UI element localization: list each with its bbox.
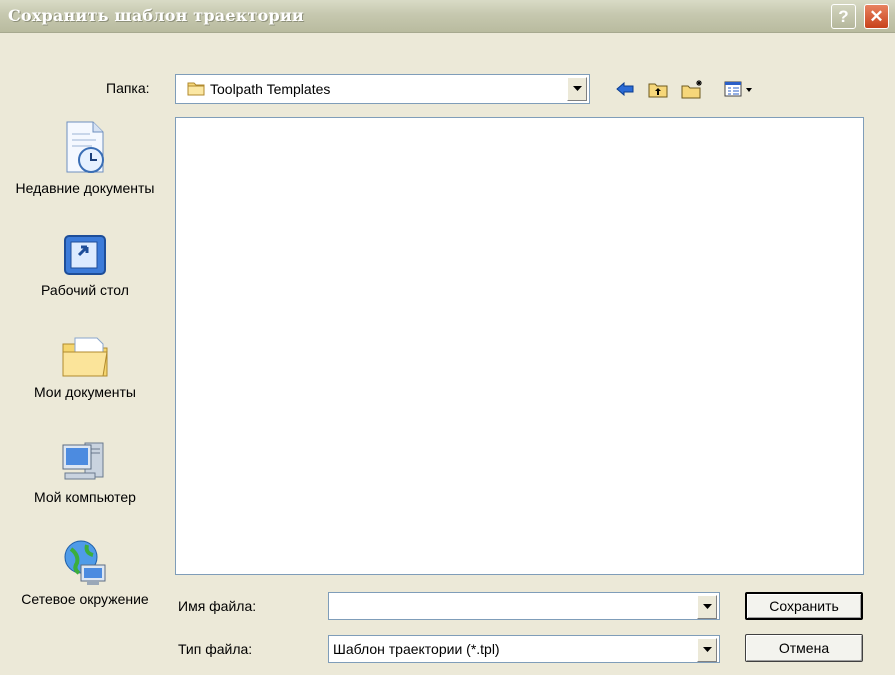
up-folder-icon[interactable] [647,79,669,99]
view-menu-icon[interactable] [722,79,764,99]
place-label: Сетевое окружение [21,591,149,607]
place-network[interactable]: Сетевое окружение [0,537,170,608]
close-button[interactable]: ✕ [864,4,889,29]
chevron-down-icon [702,647,712,652]
desktop-icon [64,235,106,275]
filetype-label: Тип файла: [178,641,253,657]
new-folder-icon[interactable] [680,79,706,99]
chevron-down-icon [572,86,582,91]
close-icon: ✕ [869,6,884,26]
help-button[interactable]: ? [831,4,856,29]
place-desktop[interactable]: Рабочий стол [0,230,170,299]
filename-dropdown-button[interactable] [697,595,717,619]
help-icon: ? [838,6,849,26]
network-places-icon [64,540,106,585]
my-computer-icon [62,442,104,480]
place-label: Рабочий стол [41,282,129,298]
place-label: Недавние документы [15,180,155,196]
recent-documents-icon [66,121,104,173]
cancel-button[interactable]: Отмена [745,634,863,662]
filename-input[interactable] [328,592,720,620]
filetype-select[interactable]: Шаблон траектории (*.tpl) [328,635,720,663]
window-title: Сохранить шаблон траектории [8,6,305,25]
place-label: Мои документы [33,384,136,400]
chevron-down-icon [702,604,712,609]
folder-combo[interactable]: Toolpath Templates [175,74,590,104]
my-documents-icon [62,337,108,377]
place-my-documents[interactable]: Мои документы [0,330,170,401]
back-icon[interactable] [614,79,636,99]
folder-icon [187,80,205,99]
filename-label: Имя файла: [178,598,257,614]
folder-value: Toolpath Templates [210,81,331,97]
filetype-value: Шаблон траектории (*.tpl) [333,641,500,657]
title-bar[interactable]: Сохранить шаблон траектории ? ✕ [0,0,895,33]
save-button[interactable]: Сохранить [745,592,863,620]
folder-dropdown-button[interactable] [567,77,587,101]
place-recent-documents[interactable]: Недавние документы [0,120,170,197]
file-list[interactable] [175,117,864,575]
folder-label: Папка: [106,80,150,96]
place-label: Мой компьютер [34,489,136,505]
place-my-computer[interactable]: Мой компьютер [0,437,170,506]
filetype-dropdown-button[interactable] [697,638,717,662]
